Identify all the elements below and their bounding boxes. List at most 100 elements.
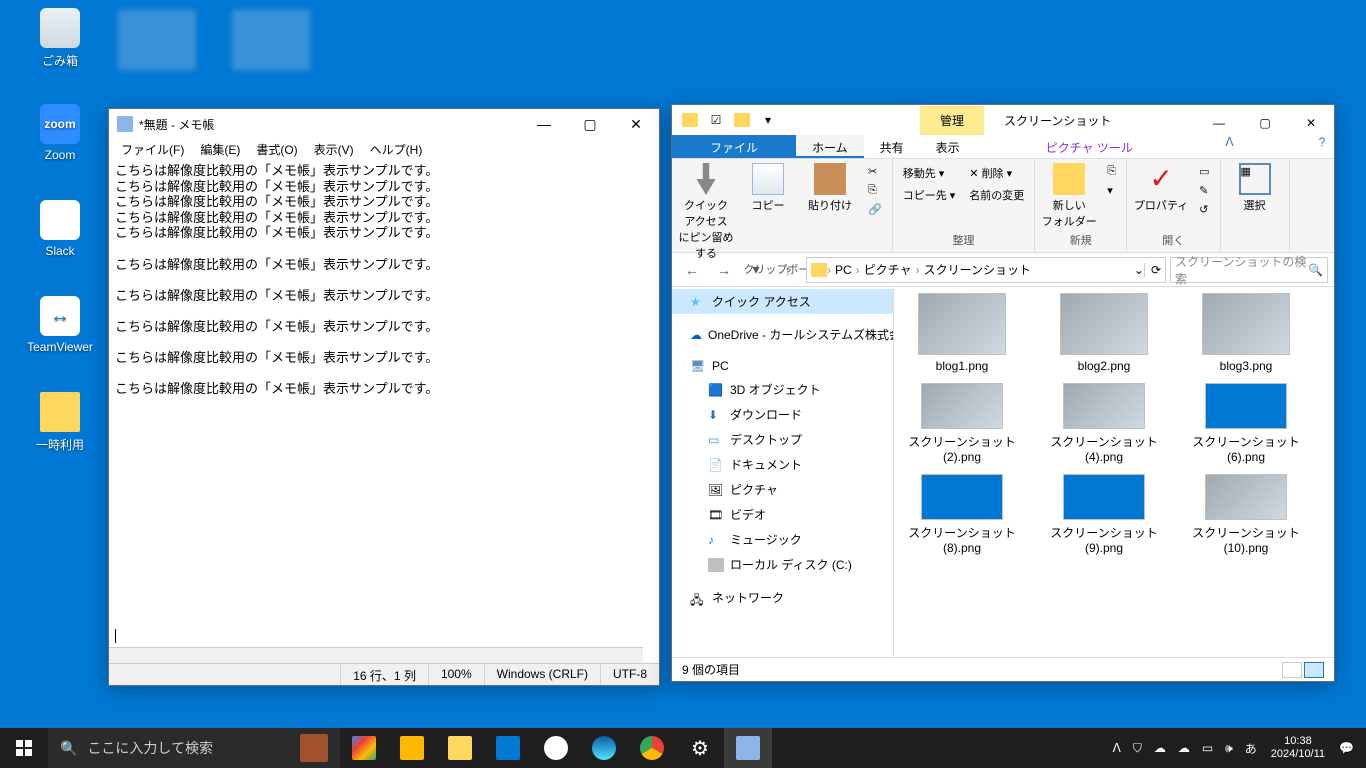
title-tab-manage[interactable]: 管理 (920, 106, 984, 135)
tree-quick-access[interactable]: ★クイック アクセス (672, 289, 893, 314)
ribbon-collapse-icon[interactable]: ᐱ (1217, 135, 1241, 158)
open-icon[interactable]: ▭ (1195, 163, 1213, 180)
copy-to-button[interactable]: コピー先 ▾ (899, 185, 960, 205)
forward-button[interactable]: → (710, 257, 738, 283)
menu-help[interactable]: ヘルプ(H) (362, 139, 431, 159)
tray-onedrive2-icon[interactable]: ☁ (1172, 741, 1196, 755)
history-icon[interactable]: ↺ (1195, 201, 1213, 218)
tray-clock[interactable]: 10:382024/10/11 (1263, 735, 1333, 761)
tab-share[interactable]: 共有 (864, 135, 920, 158)
select-button[interactable]: ▦選択 (1227, 163, 1283, 213)
task-chrome[interactable] (628, 728, 676, 768)
back-button[interactable]: ← (678, 257, 706, 283)
search-input[interactable]: スクリーンショットの検索 🔍 (1170, 257, 1328, 283)
cut-icon[interactable]: ✂ (864, 163, 886, 180)
rename-button[interactable]: 名前の変更 (965, 185, 1028, 205)
tree-3d-objects[interactable]: 🟦3D オブジェクト (672, 377, 893, 402)
tree-desktop[interactable]: ▭デスクトップ (672, 427, 893, 452)
close-button[interactable]: ✕ (1288, 110, 1334, 130)
desktop-icon-slack[interactable]: Slack (22, 200, 98, 258)
file-item[interactable]: スクリーンショット (9).png (1042, 474, 1166, 555)
properties-button[interactable]: ✓プロパティ (1133, 163, 1189, 213)
menu-file[interactable]: ファイル(F) (113, 139, 192, 159)
task-copilot[interactable] (340, 728, 388, 768)
task-outlook[interactable] (484, 728, 532, 768)
desktop-icon-temp-folder[interactable]: 一時利用 (22, 392, 98, 453)
close-button[interactable]: ✕ (613, 109, 659, 139)
tray-security-icon[interactable]: ⛉ (1127, 741, 1148, 756)
move-to-button[interactable]: 移動先 ▾ (899, 163, 960, 183)
tray-overflow-icon[interactable]: ᐱ (1107, 741, 1127, 755)
tree-pictures[interactable]: 🖼ピクチャ (672, 477, 893, 502)
help-icon[interactable]: ? (1310, 135, 1334, 158)
details-view-button[interactable] (1282, 662, 1302, 678)
start-button[interactable] (0, 728, 48, 768)
tray-notifications-icon[interactable]: 💬 (1333, 741, 1360, 755)
file-item[interactable]: スクリーンショット (6).png (1184, 383, 1308, 464)
task-settings[interactable]: ⚙ (676, 728, 724, 768)
task-explorer[interactable] (436, 728, 484, 768)
easy-access-icon[interactable]: ▾ (1103, 182, 1120, 199)
menu-view[interactable]: 表示(V) (306, 139, 362, 159)
explorer-titlebar[interactable]: ☑ ▾ 管理 スクリーンショット — ▢ ✕ (672, 105, 1334, 135)
new-folder-button[interactable]: 新しい フォルダー (1041, 163, 1097, 229)
file-item[interactable]: blog2.png (1042, 293, 1166, 373)
tab-home[interactable]: ホーム (796, 135, 864, 158)
tray-onedrive-icon[interactable]: ☁ (1148, 741, 1172, 755)
file-item[interactable]: blog3.png (1184, 293, 1308, 373)
tree-documents[interactable]: 📄ドキュメント (672, 452, 893, 477)
tree-pc[interactable]: 🖥PC (672, 355, 893, 377)
minimize-button[interactable]: — (521, 109, 567, 139)
file-list[interactable]: blog1.pngblog2.pngblog3.png スクリーンショット (2)… (894, 287, 1334, 657)
qat-dropdown-icon[interactable]: ▾ (756, 108, 780, 132)
pin-to-quick-access-button[interactable]: クイック アクセス にピン留めする (678, 163, 734, 261)
file-item[interactable]: blog1.png (900, 293, 1024, 373)
tree-network[interactable]: 🖧ネットワーク (672, 585, 893, 610)
tree-downloads[interactable]: ⬇ダウンロード (672, 402, 893, 427)
maximize-button[interactable]: ▢ (1242, 110, 1288, 130)
scrollbar-horizontal[interactable] (109, 647, 643, 663)
notepad-textarea[interactable]: こちらは解像度比較用の「メモ帳」表示サンプルです。 こちらは解像度比較用の「メモ… (109, 159, 659, 663)
minimize-button[interactable]: — (1196, 110, 1242, 130)
maximize-button[interactable]: ▢ (567, 109, 613, 139)
task-teamviewer[interactable] (532, 728, 580, 768)
paste-button[interactable]: 貼り付け (802, 163, 858, 213)
desktop-icon-recycle-bin[interactable]: ごみ箱 (22, 8, 98, 69)
refresh-button[interactable]: ⟳ (1144, 263, 1161, 277)
up-button[interactable]: ↑ (774, 257, 802, 283)
recent-dropdown-icon[interactable]: ▾ (742, 257, 770, 283)
copy-path-icon[interactable]: ⎘ (864, 182, 886, 199)
menu-edit[interactable]: 編集(E) (192, 139, 248, 159)
tab-picture-tools[interactable]: ピクチャ ツール (1030, 135, 1149, 158)
delete-button[interactable]: ✕ 削除 ▾ (965, 163, 1028, 183)
task-edge[interactable] (580, 728, 628, 768)
navigation-tree[interactable]: ★クイック アクセス ☁OneDrive - カールシステムズ株式会社 🖥PC … (672, 287, 894, 657)
qat-properties-icon[interactable]: ☑ (704, 108, 728, 132)
thumb-view-button[interactable] (1304, 662, 1324, 678)
tray-speaker-icon[interactable]: 🕪 (1219, 741, 1239, 756)
breadcrumb[interactable]: ›PC ›ピクチャ ›スクリーンショット ⌄ ⟳ (806, 257, 1166, 283)
desktop-icon-zoom[interactable]: zoomZoom (22, 104, 98, 162)
notepad-titlebar[interactable]: *無題 - メモ帳 — ▢ ✕ (109, 109, 659, 139)
desktop-icon-teamviewer[interactable]: ↔TeamViewer (22, 296, 98, 354)
edit-icon[interactable]: ✎ (1195, 182, 1213, 199)
tray-ime-icon[interactable]: あ (1239, 740, 1263, 757)
qat-newfolder-icon[interactable] (730, 108, 754, 132)
file-item[interactable]: スクリーンショット (8).png (900, 474, 1024, 555)
task-notepad-active[interactable] (724, 728, 772, 768)
task-sticky-notes[interactable] (388, 728, 436, 768)
tree-videos[interactable]: 🎞ビデオ (672, 502, 893, 527)
taskbar-search[interactable]: 🔍 ここに入力して検索 (48, 728, 340, 768)
qat-folder-icon[interactable] (678, 108, 702, 132)
tree-local-disk[interactable]: ローカル ディスク (C:) (672, 552, 893, 577)
tab-file[interactable]: ファイル (672, 135, 796, 158)
copy-button[interactable]: コピー (740, 163, 796, 213)
file-item[interactable]: スクリーンショット (2).png (900, 383, 1024, 464)
tray-connect-icon[interactable]: ▭ (1196, 741, 1219, 755)
new-item-icon[interactable]: ⎘ (1103, 163, 1120, 180)
file-item[interactable]: スクリーンショット (10).png (1184, 474, 1308, 555)
tree-music[interactable]: ♪ミュージック (672, 527, 893, 552)
tree-onedrive[interactable]: ☁OneDrive - カールシステムズ株式会社 (672, 322, 893, 347)
menu-format[interactable]: 書式(O) (248, 139, 305, 159)
file-item[interactable]: スクリーンショット (4).png (1042, 383, 1166, 464)
